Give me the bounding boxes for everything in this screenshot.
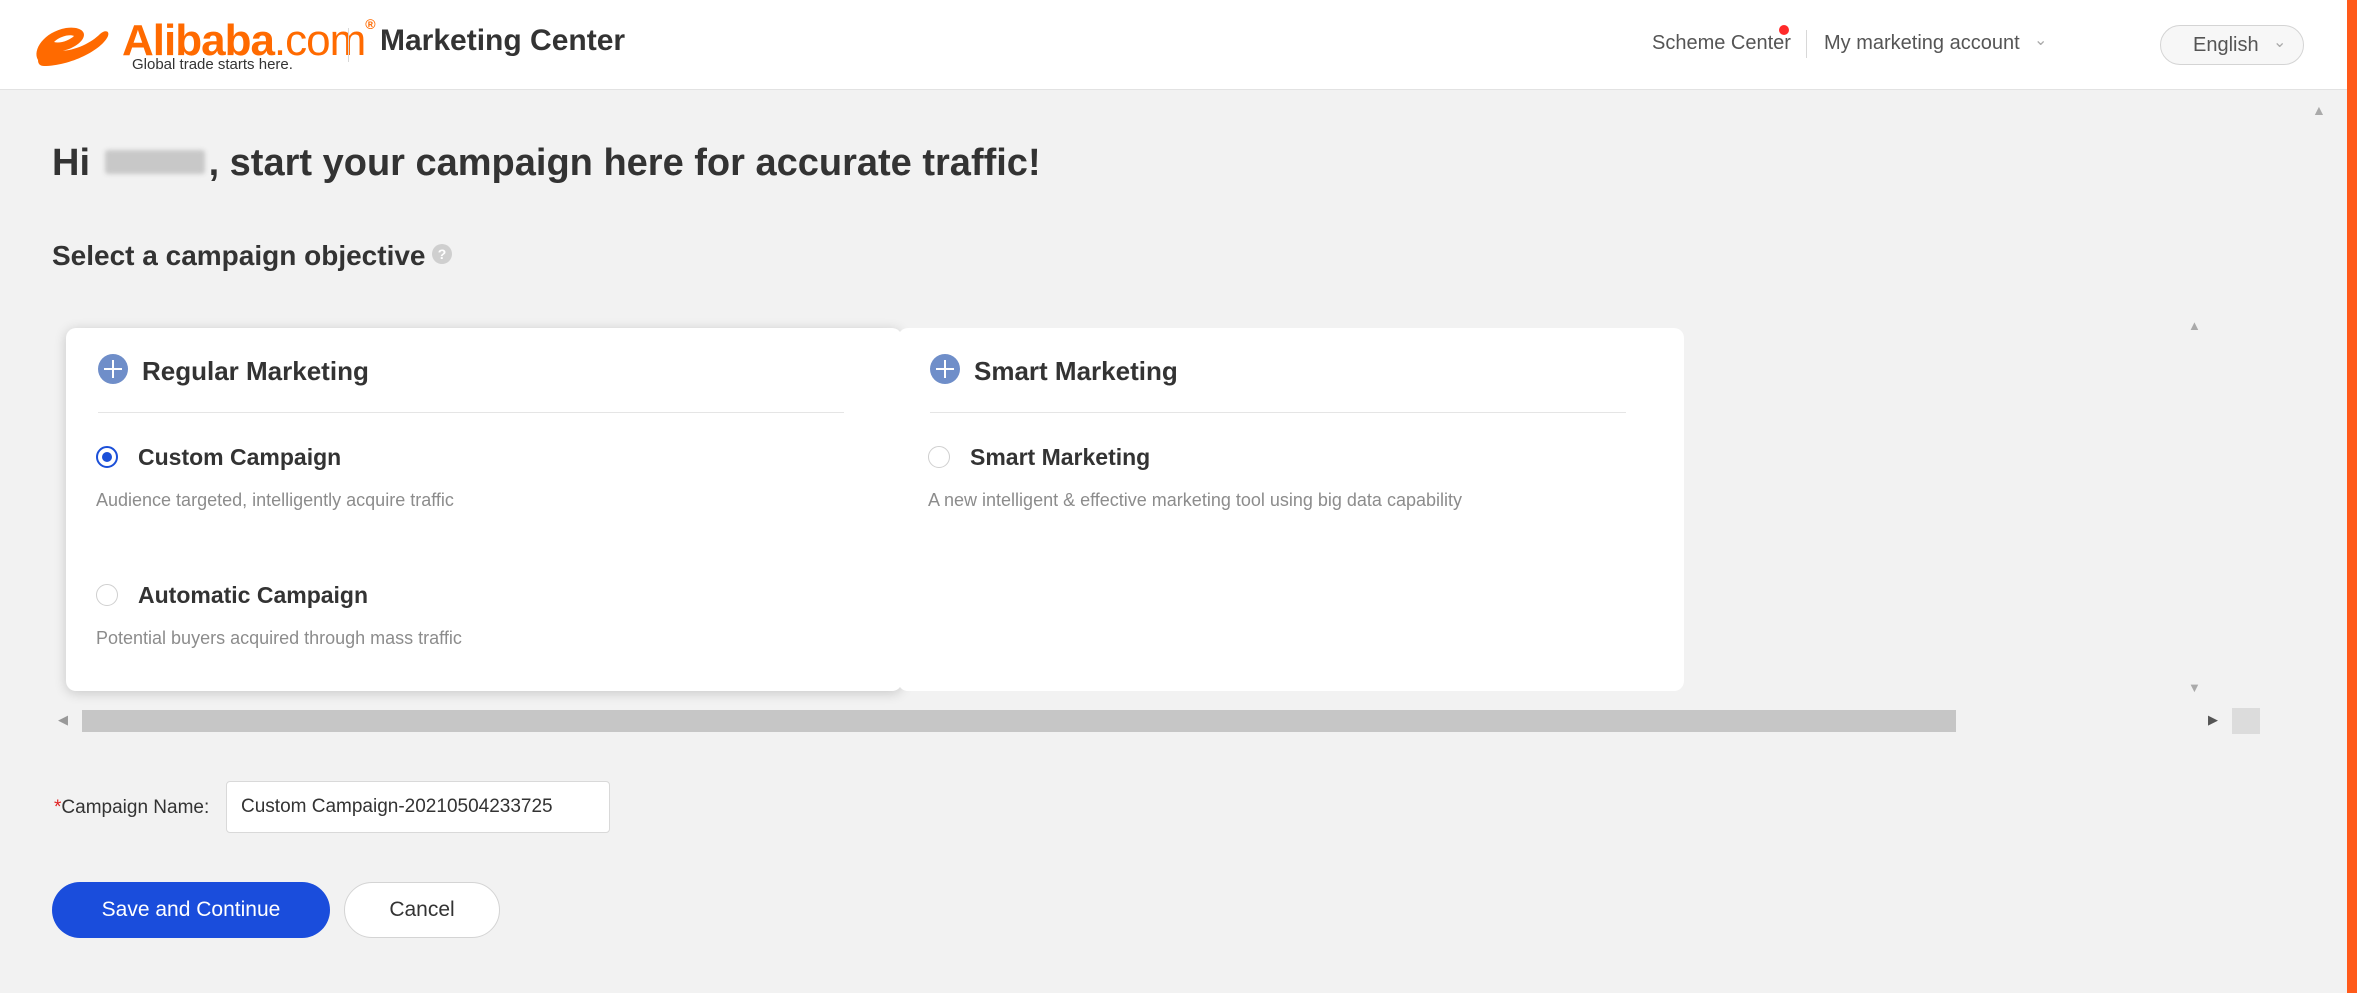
option-label[interactable]: Automatic Campaign — [138, 582, 368, 609]
redacted-username — [104, 149, 205, 174]
greeting-heading: Hi , start your campaign here for accura… — [52, 142, 1041, 184]
language-selector[interactable]: English ⌄ — [2160, 25, 2304, 65]
radio-automatic-campaign[interactable] — [96, 584, 118, 606]
logo-swoosh-icon — [36, 27, 109, 66]
notification-dot — [1779, 25, 1789, 35]
save-and-continue-button[interactable]: Save and Continue — [52, 882, 330, 938]
grid-plus-icon — [98, 354, 128, 384]
card-regular-marketing[interactable]: Regular Marketing Custom Campaign Audien… — [66, 328, 902, 691]
scrollbar-thumb[interactable] — [82, 710, 1956, 732]
cards-scroll-down-arrow-icon[interactable]: ▼ — [2188, 680, 2201, 695]
radio-custom-campaign[interactable] — [96, 446, 118, 468]
nav-divider — [1806, 30, 1807, 58]
app-frame: Alibaba.com® Global trade starts here. M… — [0, 0, 2347, 993]
nav-marketing-account[interactable]: My marketing account — [1824, 32, 2020, 55]
card-title: Smart Marketing — [974, 356, 1178, 386]
campaign-name-label: *Campaign Name: — [54, 797, 210, 818]
section-title: Select a campaign objective — [52, 240, 426, 271]
top-header: Alibaba.com® Global trade starts here. M… — [0, 0, 2347, 90]
header-divider — [348, 28, 349, 62]
option-description: Audience targeted, intelligently acquire… — [96, 490, 454, 510]
language-label: English — [2193, 34, 2259, 56]
option-description: Potential buyers acquired through mass t… — [96, 628, 462, 648]
card-smart-marketing[interactable]: Smart Marketing Smart Marketing A new in… — [898, 328, 1684, 691]
scrollbar-corner — [2232, 708, 2260, 734]
nav-scheme-center[interactable]: Scheme Center — [1652, 32, 1791, 55]
scroll-left-arrow-icon[interactable]: ◀ — [58, 712, 68, 728]
grid-plus-icon — [930, 354, 960, 384]
radio-smart-marketing[interactable] — [928, 446, 950, 468]
option-description: A new intelligent & effective marketing … — [928, 490, 1462, 510]
card-divider — [98, 412, 844, 413]
card-divider — [930, 412, 1626, 413]
help-icon[interactable]: ? — [432, 244, 452, 264]
campaign-objective-cards: Regular Marketing Custom Campaign Audien… — [50, 318, 2260, 698]
page-scroll-up-arrow-icon[interactable]: ▲ — [2312, 102, 2326, 118]
cards-scroll-up-arrow-icon[interactable]: ▲ — [2188, 318, 2201, 333]
option-label[interactable]: Custom Campaign — [138, 444, 341, 471]
cancel-button[interactable]: Cancel — [344, 882, 500, 938]
logo-tagline: Global trade starts here. — [132, 56, 293, 73]
alibaba-logo[interactable]: Alibaba.com® Global trade starts here. — [30, 14, 376, 78]
card-title: Regular Marketing — [142, 356, 369, 386]
scroll-right-arrow-icon[interactable]: ▶ — [2208, 712, 2218, 728]
campaign-name-input[interactable] — [226, 781, 610, 833]
chevron-down-icon[interactable]: ⌄ — [2034, 30, 2047, 50]
option-label[interactable]: Smart Marketing — [970, 444, 1150, 471]
page-title: Marketing Center — [380, 24, 626, 57]
chevron-down-icon: ⌄ — [2273, 34, 2287, 51]
horizontal-scrollbar[interactable]: ◀ ▶ — [52, 708, 2260, 734]
